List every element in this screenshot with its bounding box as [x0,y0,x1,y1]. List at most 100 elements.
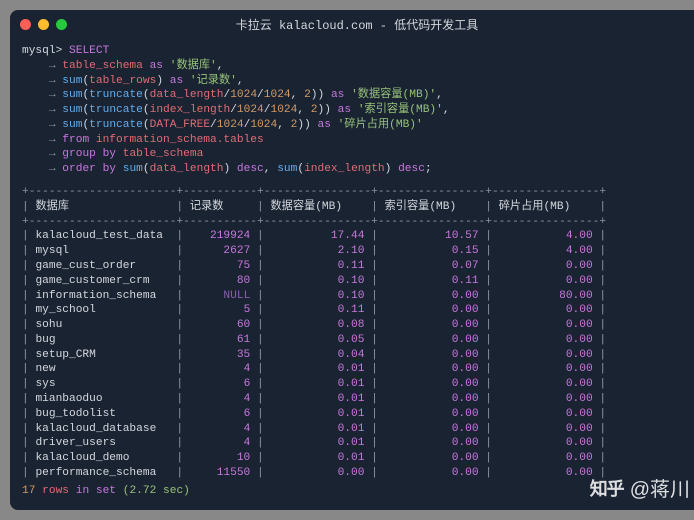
value-cell: 0.00 [385,289,479,304]
maximize-icon[interactable] [56,19,67,30]
minimize-icon[interactable] [38,19,49,30]
table-row: | sohu | 60 | 0.08 | 0.00 | 0.00 | [22,318,692,333]
value-cell: 0.00 [499,407,593,422]
value-cell: 4 [190,436,250,451]
lit-1024: 1024 [237,104,264,116]
value-cell: 0.01 [270,422,364,437]
col-data-free: DATA_FREE [150,119,210,131]
value-cell: 0.00 [385,466,479,481]
value-cell: 4 [190,362,250,377]
value-cell: 0.00 [385,422,479,437]
value-cell: 0.00 [499,392,593,407]
value-cell: 35 [190,348,250,363]
table-row: | new | 4 | 0.01 | 0.00 | 0.00 | [22,362,692,377]
db-name-cell: my_school [35,303,169,318]
col-table-schema: table_schema [62,60,143,72]
table-row: | setup_CRM | 35 | 0.04 | 0.00 | 0.00 | [22,348,692,363]
from-table: information_schema.tables [96,134,264,146]
value-cell: 0.01 [270,451,364,466]
continuation-arrow: → [49,60,56,72]
value-cell: 17.44 [270,229,364,244]
table-header-cell: 记录数 [190,200,250,215]
value-cell: 0.00 [499,362,593,377]
fn-sum: sum [62,104,82,116]
continuation-arrow: → [49,134,56,146]
table-row: | kalacloud_demo | 10 | 0.01 | 0.00 | 0.… [22,451,692,466]
value-cell: 0.00 [499,318,593,333]
value-cell: 0.00 [499,303,593,318]
value-cell: 0.00 [499,259,593,274]
value-cell: 0.00 [385,377,479,392]
rows-count: 17 [22,485,35,497]
kw-desc: desc [398,163,425,175]
value-cell: 0.00 [499,436,593,451]
value-cell: 0.01 [270,377,364,392]
value-cell: 4.00 [499,244,593,259]
fn-truncate: truncate [89,89,143,101]
db-name-cell: kalacloud_test_data [35,229,169,244]
db-name-cell: game_customer_crm [35,274,169,289]
value-cell: 5 [190,303,250,318]
window-controls [20,19,67,30]
zhihu-logo: 知乎 [590,475,624,501]
value-cell: 0.11 [270,303,364,318]
watermark: 知乎 @蒋川 [590,473,690,502]
db-name-cell: mysql [35,244,169,259]
col-table-rows: table_rows [89,75,156,87]
value-cell: 0.04 [270,348,364,363]
value-cell: 0.05 [270,333,364,348]
fn-sum: sum [277,163,297,175]
value-cell: 0.10 [270,274,364,289]
value-cell: 0.00 [499,348,593,363]
value-cell: 0.11 [270,259,364,274]
value-cell: 11550 [190,466,250,481]
db-name-cell: setup_CRM [35,348,169,363]
value-cell: 0.10 [270,289,364,304]
value-cell: 4.00 [499,229,593,244]
lit-1024: 1024 [264,89,291,101]
result-table: +----------------------+-----------+----… [10,185,694,481]
value-cell: 0.00 [270,466,364,481]
db-name-cell: bug_todolist [35,407,169,422]
kw-desc: desc [237,163,264,175]
continuation-arrow: → [49,75,56,87]
fn-truncate: truncate [89,119,143,131]
in-set: in set [76,485,116,497]
fn-sum: sum [62,89,82,101]
continuation-arrow: → [49,89,56,101]
table-header-row: | 数据库 | 记录数 | 数据容量(MB) | 索引容量(MB) | 碎片占用… [22,200,692,215]
db-name-cell: new [35,362,169,377]
kw-as: as [170,75,183,87]
continuation-arrow: → [49,104,56,116]
value-cell: 0.07 [385,259,479,274]
col-index-length: index_length [304,163,385,175]
table-header-cell: 索引容量(MB) [385,200,479,215]
kw-from: from [62,134,89,146]
value-cell: 0.00 [499,377,593,392]
table-header-cell: 碎片占用(MB) [499,200,593,215]
value-cell: 10.57 [385,229,479,244]
alias-db: '数据库' [170,60,217,72]
col-data-length: data_length [150,163,224,175]
db-name-cell: mianbaoduo [35,392,169,407]
col-data-length: data_length [150,89,224,101]
table-row: | mysql | 2627 | 2.10 | 0.15 | 4.00 | [22,244,692,259]
db-name-cell: information_schema [35,289,169,304]
table-row: | sys | 6 | 0.01 | 0.00 | 0.00 | [22,377,692,392]
value-cell: 10 [190,451,250,466]
query-time: (2.72 sec) [123,485,190,497]
mysql-prompt: mysql> [22,45,62,57]
lit-1024: 1024 [270,104,297,116]
value-cell: 4 [190,422,250,437]
rows-word: rows [42,485,69,497]
table-row: | game_customer_crm | 80 | 0.10 | 0.11 |… [22,274,692,289]
table-border: +----------------------+-----------+----… [22,215,692,230]
lit-2: 2 [311,104,318,116]
kw-as: as [150,60,163,72]
table-row: | bug | 61 | 0.05 | 0.00 | 0.00 | [22,333,692,348]
value-cell: 80.00 [499,289,593,304]
close-icon[interactable] [20,19,31,30]
continuation-arrow: → [49,163,56,175]
terminal-output[interactable]: mysql> SELECT → table_schema as '数据库', →… [10,38,694,185]
value-cell: 60 [190,318,250,333]
